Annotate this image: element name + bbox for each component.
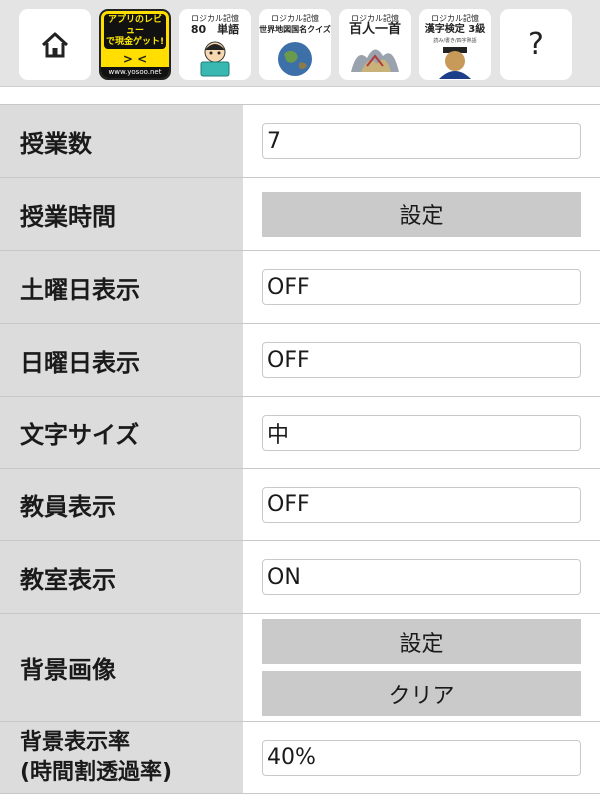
setting-label-cell: 日曜日表示: [0, 324, 243, 396]
review-app-line-1: アプリのレビュー: [107, 15, 162, 36]
class-count-field[interactable]: 7: [262, 123, 581, 159]
app-name: 80 単語: [190, 23, 240, 36]
classroom-display-field[interactable]: ON: [262, 559, 581, 595]
app-name: 百人一首: [348, 22, 401, 37]
setting-value-cell: 設定 クリア: [243, 614, 600, 721]
setting-label-cell: 教員表示: [0, 469, 243, 540]
settings-table: 授業数 7 授業時間 設定 土曜日表示 OFF 日曜日表示 OFF 文字サイズ: [0, 104, 600, 794]
app-title: ロジカル記憶: [431, 14, 479, 23]
setting-label-cell: 教室表示: [0, 541, 243, 613]
setting-label: 授業数: [20, 129, 92, 158]
setting-value-cell: 中: [243, 397, 600, 468]
sunday-display-field[interactable]: OFF: [262, 342, 581, 378]
setting-row-font-size: 文字サイズ 中: [0, 397, 600, 469]
setting-value-cell: 7: [243, 105, 600, 177]
setting-row-teacher: 教員表示 OFF: [0, 469, 600, 541]
setting-row-classroom: 教室表示 ON: [0, 541, 600, 614]
setting-label: 授業時間: [20, 202, 116, 231]
setting-label-cell: 文字サイズ: [0, 397, 243, 468]
top-toolbar: アプリのレビュー で現金ゲット! > < www.yosoo.net ロジカル記…: [0, 0, 600, 87]
setting-label-cell: 授業数: [0, 105, 243, 177]
setting-label: 教員表示: [20, 493, 116, 521]
setting-label: 背景表示率 (時間割透過率): [20, 728, 172, 788]
review-app-url: www.yosoo.net: [101, 67, 169, 78]
setting-label-line-1: 背景表示率: [20, 729, 131, 755]
setting-label-cell: 背景画像: [0, 614, 243, 721]
setting-label-cell: 土曜日表示: [0, 251, 243, 323]
setting-row-class-time: 授業時間 設定: [0, 178, 600, 251]
setting-value-cell: OFF: [243, 324, 600, 396]
review-app-line-2: で現金ゲット!: [105, 37, 165, 47]
saturday-display-field[interactable]: OFF: [262, 269, 581, 305]
english-words-app-icon[interactable]: ロジカル記憶 80 単語: [179, 9, 251, 80]
background-image-set-button[interactable]: 設定: [262, 619, 581, 664]
class-time-set-button[interactable]: 設定: [262, 191, 581, 237]
globe-icon: [278, 42, 312, 76]
setting-row-sunday: 日曜日表示 OFF: [0, 324, 600, 397]
home-button[interactable]: [19, 9, 91, 80]
setting-label: 日曜日表示: [20, 348, 140, 377]
setting-label: 土曜日表示: [20, 275, 140, 304]
review-app-icon[interactable]: アプリのレビュー で現金ゲット! > < www.yosoo.net: [99, 9, 171, 80]
setting-row-background-opacity: 背景表示率 (時間割透過率) 40%: [0, 722, 600, 794]
setting-value-cell: 40%: [243, 722, 600, 793]
app-name: 漢字検定 3級: [424, 24, 486, 35]
app-subtitle: 読み/書き/四字熟語: [433, 38, 477, 44]
smiley-face-icon: > <: [122, 52, 148, 66]
hyakunin-isshu-app-icon[interactable]: ロジカル記憶 百人一首: [339, 9, 411, 80]
setting-row-saturday: 土曜日表示 OFF: [0, 251, 600, 324]
review-app-banner: アプリのレビュー で現金ゲット!: [104, 14, 166, 49]
background-opacity-field[interactable]: 40%: [262, 739, 581, 776]
setting-label: 背景画像: [20, 656, 116, 684]
setting-label-line-2: (時間割透過率): [20, 759, 173, 785]
setting-value-cell: ON: [243, 541, 600, 613]
home-icon: [41, 32, 69, 57]
setting-label-cell: 背景表示率 (時間割透過率): [0, 722, 243, 793]
background-image-clear-button[interactable]: クリア: [262, 671, 581, 716]
setting-value-cell: OFF: [243, 251, 600, 323]
app-title: ロジカル記憶: [271, 14, 319, 23]
setting-value-cell: OFF: [243, 469, 600, 540]
teacher-display-field[interactable]: OFF: [262, 486, 581, 523]
font-size-field[interactable]: 中: [262, 414, 581, 451]
help-button[interactable]: ?: [500, 9, 572, 80]
reading-character-icon: [200, 41, 230, 77]
question-icon: ?: [528, 27, 544, 62]
app-name: 世界地図国名クイズ: [259, 25, 331, 34]
setting-value-cell: 設定: [243, 178, 600, 250]
poets-collage-icon: [351, 49, 399, 72]
world-map-quiz-app-icon[interactable]: ロジカル記憶 世界地図国名クイズ: [259, 9, 331, 80]
setting-label: 文字サイズ: [20, 421, 140, 449]
setting-label-cell: 授業時間: [0, 178, 243, 250]
setting-label: 教室表示: [20, 565, 116, 594]
setting-row-background-image: 背景画像 設定 クリア: [0, 614, 600, 722]
setting-row-class-count: 授業数 7: [0, 105, 600, 178]
kanji-test-app-icon[interactable]: ロジカル記憶 漢字検定 3級 読み/書き/四字熟語: [419, 9, 491, 80]
scholar-dog-icon: [439, 47, 471, 79]
